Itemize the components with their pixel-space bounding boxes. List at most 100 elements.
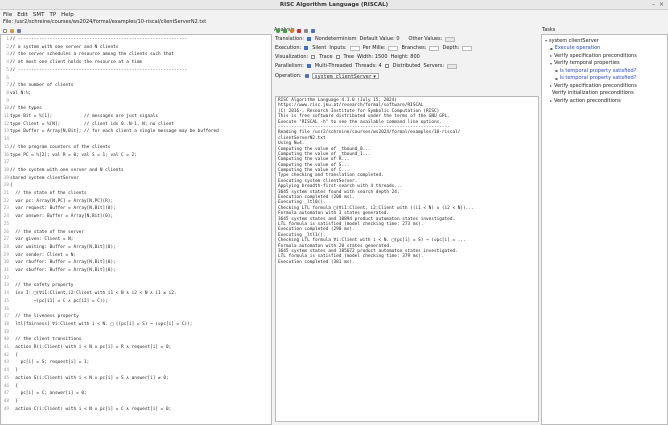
code-line[interactable]: 25 [1,222,10,228]
code-line[interactable]: 27 var given: Client = N; [1,237,74,243]
task-bullet-icon[interactable]: ▾ [550,61,552,66]
task-item[interactable]: ▪ Is temporal property satisfied? [555,67,636,74]
code-line[interactable]: 35 ¬(pc[i1] = C ∧ pc[i2] = C)); [1,299,108,305]
branches-field[interactable] [429,45,440,51]
code-line[interactable]: 44 } [1,368,18,374]
code-line[interactable]: 14 [1,137,10,143]
per-mille-field[interactable] [388,45,399,51]
save-file-icon[interactable] [17,28,21,33]
code-line[interactable]: 22 var pc: Array[N,PC] = Array[N,PC](R); [1,199,113,205]
task-bullet-icon[interactable]: ▪ [550,46,553,51]
code-line[interactable]: 12type Client = ℕ[N]; // client ids 0..N… [1,122,174,128]
task-item[interactable]: ▾ system clientServer [545,37,599,44]
code-line[interactable]: 13type Buffer = Array[N,Bit]; // for eac… [1,129,219,135]
code-line[interactable]: 48 } [1,399,18,405]
code-line[interactable]: 49 action C(i:Client) with i < N ∧ pc[i]… [1,407,172,413]
code-line[interactable]: 33 // the safety property [1,283,74,289]
task-item[interactable]: ▾ Verify temporal properties [550,60,620,67]
task-item[interactable]: ▪ Is temporal property satisfied? [555,75,636,82]
code-line[interactable]: 11type Bit = ℕ[1]; // messages are just … [1,114,158,120]
code-line[interactable]: 42 { [1,353,18,359]
code-line[interactable]: 43 pc[i] = S; request[i] = 1; [1,360,90,366]
code-line[interactable]: 10// the types [1,106,42,112]
task-item[interactable]: ▸ Verify specification preconditions [550,82,637,89]
code-line[interactable]: 20{ [1,183,13,189]
code-line[interactable]: 5// ------------------------------------… [1,68,187,74]
code-line[interactable]: 21 // the state of the clients [1,191,87,197]
code-line[interactable]: 7// the number of clients [1,83,73,89]
operation-select[interactable]: system clientServer ▾ [311,73,379,80]
code-line[interactable]: 30 var rbuffer: Buffer = Array[N,Bit](0)… [1,260,116,266]
code-line[interactable]: 18// the system with one server and N cl… [1,168,124,174]
code-line[interactable]: 46 { [1,384,18,390]
code-line[interactable]: 40 // the client transitions [1,337,82,343]
task-bullet-icon[interactable]: ▾ [545,38,547,43]
task-bullet-icon[interactable]: ▪ [555,76,558,81]
code-line[interactable]: 38 ltl[fairness] ∀i:Client with i < N. □… [1,322,193,328]
task-item[interactable]: ▸ Verify specification preconditions [550,52,637,59]
other-values-field[interactable] [445,36,456,42]
new-file-icon[interactable] [3,28,7,33]
task-bullet-icon[interactable]: ▸ [550,98,552,103]
code-line[interactable]: 4// at most one client holds the resourc… [1,60,142,66]
code-line[interactable]: 28 var waiting: Buffer = Array[N,Bit](0)… [1,245,116,251]
trace-checkbox[interactable] [311,55,316,59]
menu-help[interactable]: Help [61,12,74,18]
task-item[interactable]: ▪ Execute operation [550,45,600,52]
code-line[interactable]: 6 [1,76,10,82]
code-line[interactable]: 36 [1,307,10,313]
code-line[interactable]: 31 var sbuffer: Buffer = Array[N,Bit](0)… [1,268,116,274]
code-line[interactable]: 16type PC = ℕ[2]; val R = 0; val S = 1; … [1,153,137,159]
code-line[interactable]: 32 [1,276,10,282]
run-icon[interactable] [276,28,280,33]
code-line[interactable]: 2// a system with one server and N clien… [1,45,118,51]
code-line[interactable]: 45 action S(i:Client) with i < N ∧ pc[i]… [1,376,169,382]
code-line[interactable]: 41 action R(i:Client) with i < N ∧ pc[i]… [1,345,172,351]
multithreaded-label: Multi-Threaded [314,63,353,69]
code-line[interactable]: 19shared system clientServer [1,176,79,182]
output-console[interactable]: RISC Algorithm Language 4.1.0 (July 15, … [275,96,539,422]
servers-field[interactable] [447,63,458,69]
minimize-icon[interactable]: – [652,1,655,8]
depth-field[interactable] [462,45,473,51]
code-line[interactable]: 47 pc[i] = C; answer[i] = 0; [1,391,87,397]
menu-file[interactable]: File [3,12,12,18]
code-line[interactable]: 8val N:ℕ; [1,91,31,97]
code-line[interactable]: 9 [1,99,10,105]
close-icon[interactable]: × [659,1,664,8]
debug-icon[interactable] [290,28,294,33]
code-line[interactable]: 29 var sender: Client = N; [1,253,76,259]
nondeterminism-checkbox[interactable] [306,37,311,41]
code-line[interactable]: 23 var request: Buffer = Array[N,Bit](0)… [1,206,116,212]
task-bullet-icon[interactable]: ▪ [555,68,558,73]
open-file-icon[interactable] [10,28,14,33]
code-editor[interactable]: 1// ------------------------------------… [0,34,272,425]
code-line[interactable]: 17 [1,160,10,166]
task-item[interactable]: ▸ Verify action preconditions [550,97,621,104]
code-line[interactable]: 24 var answer: Buffer = Array[N,Bit](0); [1,214,113,220]
code-line[interactable]: 26 // the state of the server [1,230,84,236]
clear-icon[interactable] [304,28,308,33]
code-line[interactable]: 3// the server schedules a resource amon… [1,52,174,58]
run-all-icon[interactable] [283,28,287,33]
menu-smt[interactable]: SMT [33,12,45,18]
code-line[interactable]: 1// ------------------------------------… [1,37,187,43]
code-line[interactable]: 37 // the liveness property [1,314,79,320]
multithreaded-checkbox[interactable] [306,64,311,68]
code-line[interactable]: 34 inv I: □(∀i1:Client,i2:Client with i1… [1,291,177,297]
stop-icon[interactable] [297,28,301,33]
tree-checkbox[interactable] [335,55,340,59]
settings-icon[interactable] [311,28,315,33]
menu-tp[interactable]: TP [49,12,56,18]
width-label: Width: 1500 [356,54,388,60]
menu-edit[interactable]: Edit [17,12,28,18]
task-bullet-icon[interactable]: ▸ [550,53,552,58]
task-item[interactable]: Verify initialization preconditions [550,90,634,97]
task-bullet-icon[interactable]: ▸ [550,83,552,88]
code-text: type Bit = ℕ[1]; // messages are just si… [10,114,159,119]
silent-checkbox[interactable] [304,46,309,50]
code-line[interactable]: 39 [1,330,10,336]
distributed-checkbox[interactable] [384,64,389,68]
inputs-field[interactable] [349,45,360,51]
code-line[interactable]: 15// the program counters of the clients [1,145,111,151]
